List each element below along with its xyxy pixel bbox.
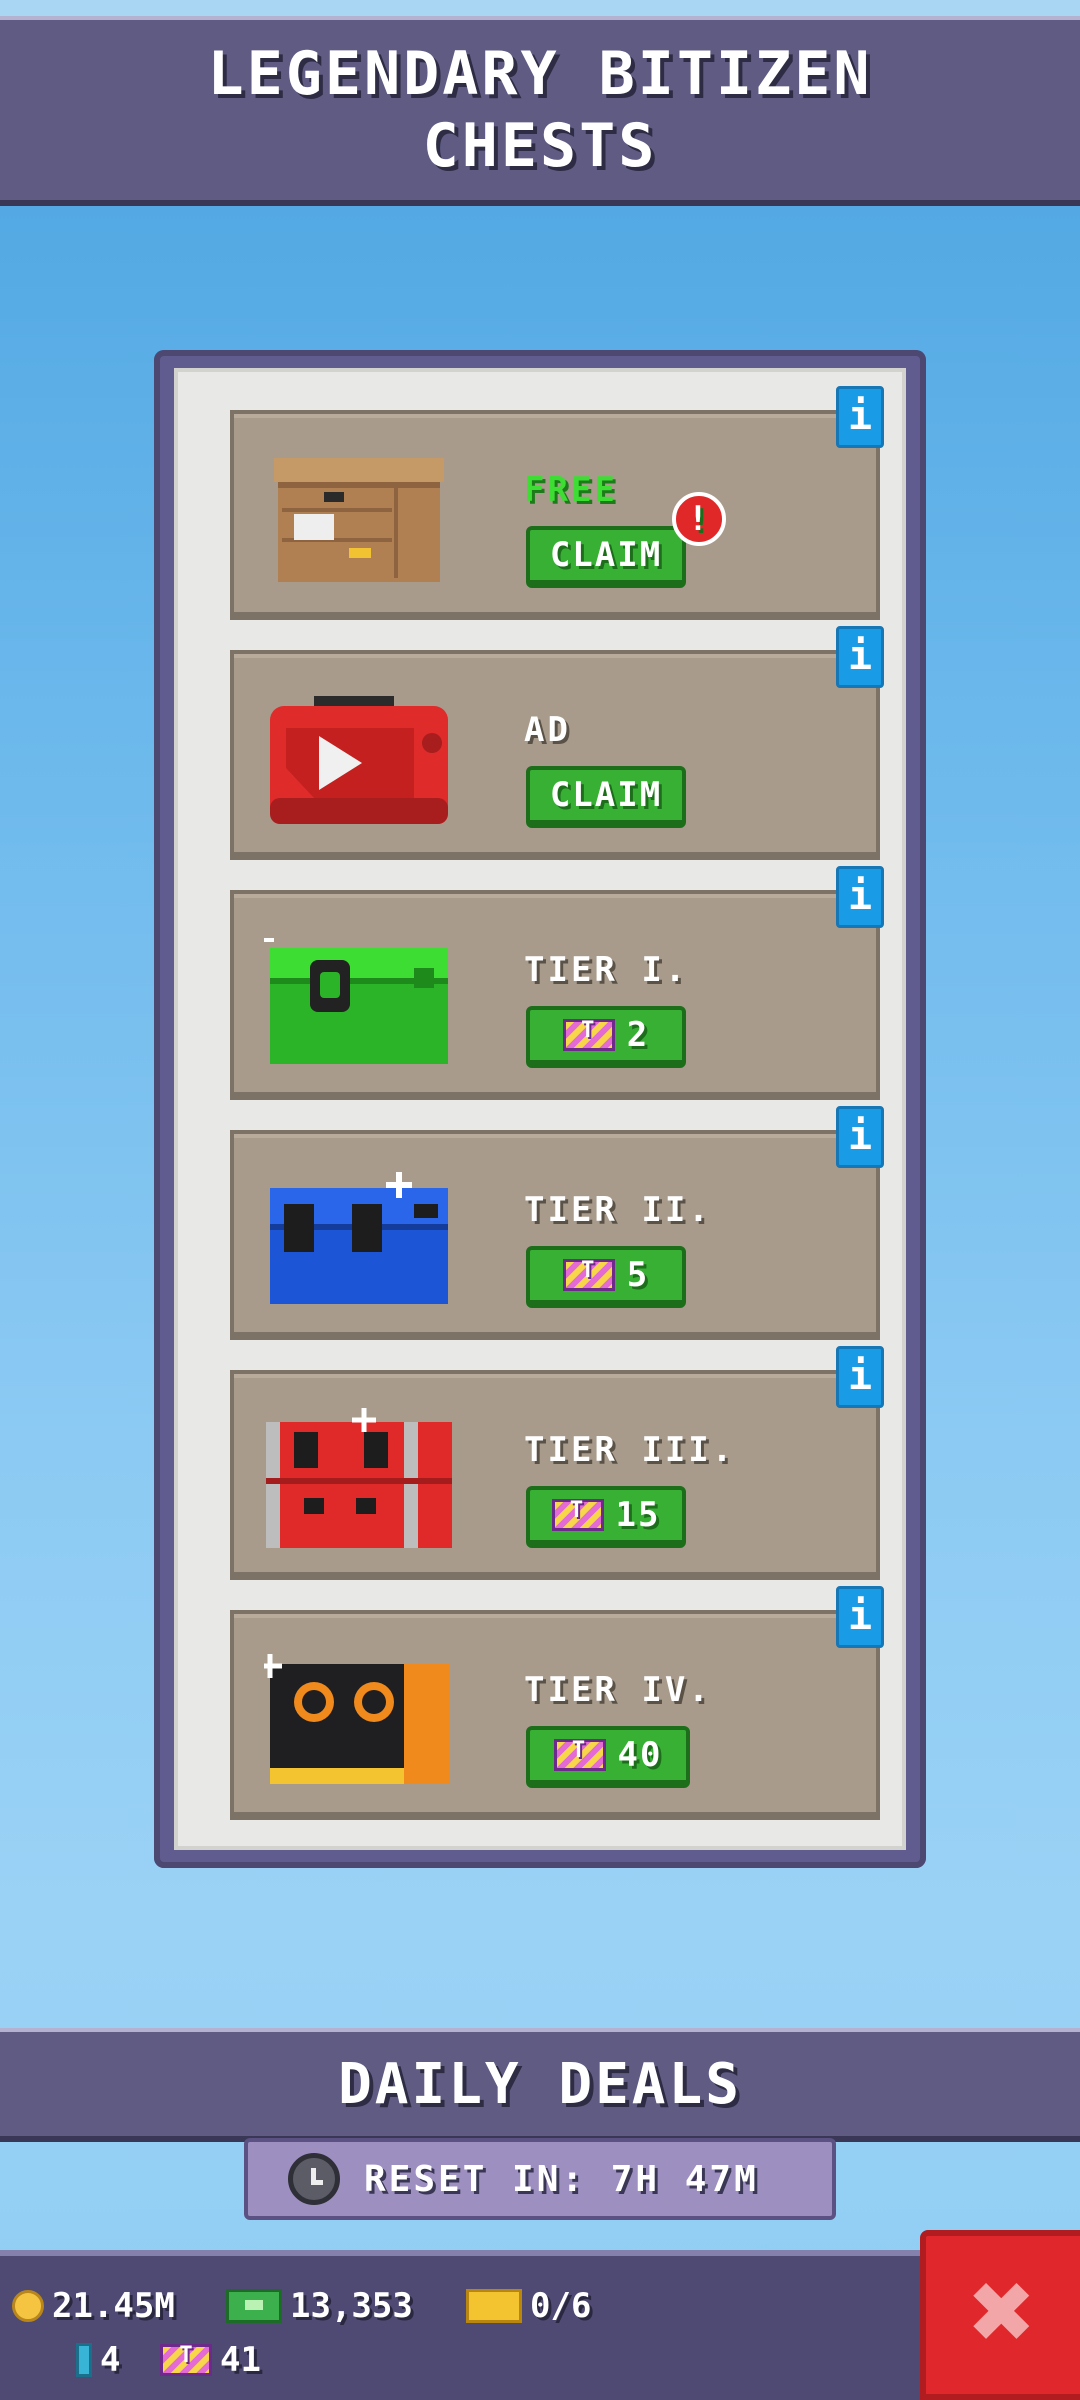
info-button[interactable]: i (836, 1106, 884, 1168)
buy-tier-2-button[interactable]: 5 (526, 1246, 686, 1308)
chest-label: TIER II. (524, 1190, 712, 1230)
chest-panel: i FREE CLAIM ! i AD CLAIM i TIER I. T 2 … (154, 350, 926, 1868)
bux-stat[interactable]: 13,353 (226, 2286, 413, 2326)
chest-label: TIER III. (524, 1430, 736, 1470)
ticket-icon (562, 1258, 615, 1291)
coin-icon (12, 2290, 44, 2322)
chest-label: AD (524, 710, 571, 750)
resource-bar: 21.45M 13,353 0/6 4 41 (0, 2250, 1080, 2400)
chest-card-tier-4: i TIER IV. 40 (230, 1586, 884, 1820)
coins-value: 21.45M (52, 2286, 175, 2326)
ticket-icon (551, 1498, 604, 1531)
green-chest-icon (264, 938, 448, 1064)
ad-chest-icon (270, 696, 448, 824)
info-button[interactable]: i (836, 1346, 884, 1408)
bux-value: 13,353 (290, 2286, 413, 2326)
info-button[interactable]: i (836, 386, 884, 448)
bux-icon (226, 2289, 282, 2323)
info-button[interactable]: i (836, 626, 884, 688)
claim-ad-button[interactable]: CLAIM (526, 766, 686, 828)
chest-label: FREE (524, 470, 618, 510)
reset-text: RESET IN: 7H 47M (364, 2158, 759, 2200)
daily-deals-header: DAILY DEALS (0, 2028, 1080, 2142)
chest-card-ad: i AD CLAIM (230, 626, 884, 860)
price: 5 (626, 1255, 650, 1295)
gems-stat[interactable]: 4 (76, 2340, 120, 2380)
ticket-icon (553, 1738, 606, 1771)
chest-label: TIER I. (524, 950, 689, 990)
chest-card-tier-3: i TIER III. 15 (230, 1346, 884, 1580)
buy-tier-4-button[interactable]: 40 (526, 1726, 690, 1788)
buy-tier-3-button[interactable]: 15 (526, 1486, 686, 1548)
page-title: LEGENDARY BITIZEN CHESTS (207, 39, 873, 181)
alert-badge-icon: ! (672, 492, 726, 546)
claim-label: CLAIM (549, 775, 663, 815)
chest-list: i FREE CLAIM ! i AD CLAIM i TIER I. T 2 … (174, 368, 906, 1850)
info-button[interactable]: i (836, 866, 884, 928)
buy-tier-1-button[interactable]: 2 (526, 1006, 686, 1068)
price: 2 (626, 1015, 650, 1055)
claim-free-button[interactable]: CLAIM ! (526, 492, 726, 588)
black-gold-chest-icon (264, 1654, 450, 1784)
vip-value: 0/6 (530, 2286, 592, 2326)
red-chest-icon (266, 1408, 452, 1548)
ticket-icon (160, 2343, 212, 2376)
chests-header: LEGENDARY BITIZEN CHESTS (0, 16, 1080, 206)
top-strip (0, 0, 1080, 16)
chest-card-tier-2: i TIER II. 5 (230, 1106, 884, 1340)
tickets-value: 41 (220, 2340, 261, 2380)
vip-stat[interactable]: 0/6 (466, 2286, 591, 2326)
close-button[interactable]: ✖ (920, 2230, 1080, 2400)
info-button[interactable]: i (836, 1586, 884, 1648)
chest-card-free: i FREE CLAIM ! (230, 386, 884, 620)
gem-icon (76, 2343, 92, 2377)
claim-label: CLAIM (549, 535, 663, 575)
vip-ticket-icon (466, 2289, 522, 2323)
reset-timer: RESET IN: 7H 47M (244, 2138, 836, 2220)
ticket-icon (562, 1018, 615, 1051)
wooden-crate-icon (274, 458, 444, 582)
tickets-stat[interactable]: 41 (160, 2340, 261, 2380)
price: 40 (617, 1735, 663, 1775)
price: 15 (615, 1495, 661, 1535)
blue-chest-icon (270, 1172, 448, 1304)
section-title: DAILY DEALS (338, 2051, 742, 2117)
gems-value: 4 (100, 2340, 121, 2380)
chest-label: TIER IV. (524, 1670, 712, 1710)
coins-stat[interactable]: 21.45M (12, 2286, 175, 2326)
clock-icon (288, 2153, 340, 2205)
chest-card-tier-1: i TIER I. 2 (230, 866, 884, 1100)
